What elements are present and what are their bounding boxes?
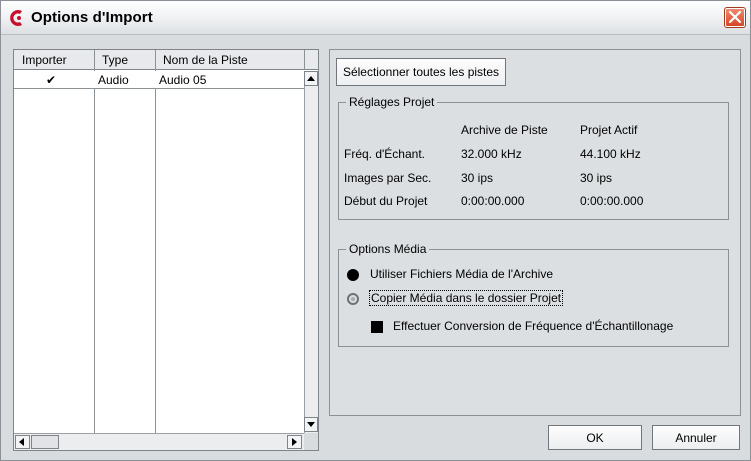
frame-rate-active: 30 ips <box>580 171 613 185</box>
chevron-right-icon <box>292 438 297 446</box>
column-header-import[interactable]: Importer <box>22 53 67 67</box>
track-type: Audio <box>98 73 129 87</box>
sample-rate-archive: 32.000 kHz <box>461 147 522 161</box>
column-divider[interactable] <box>94 50 95 433</box>
select-all-tracks-button[interactable]: Sélectionner toutes les pistes <box>336 58 506 86</box>
copy-media-label[interactable]: Copier Média dans le dossier Projet <box>369 290 564 306</box>
column-divider <box>304 50 305 70</box>
cubase-logo-icon <box>10 9 22 27</box>
scroll-down-button[interactable] <box>304 417 318 432</box>
sample-rate-active: 44.100 kHz <box>580 147 641 161</box>
track-list-header: Importer Type Nom de la Piste <box>14 50 318 70</box>
frame-rate-archive: 30 ips <box>461 171 494 185</box>
dialog-title: Options d'Import <box>31 9 153 26</box>
copy-media-radio[interactable] <box>347 293 359 305</box>
column-header-type[interactable]: Type <box>102 53 128 67</box>
vertical-scrollbar[interactable] <box>304 71 318 433</box>
ok-button[interactable]: OK <box>548 425 642 450</box>
track-row[interactable]: ✔ Audio Audio 05 <box>14 71 304 89</box>
import-checkmark[interactable]: ✔ <box>46 73 56 87</box>
close-button[interactable] <box>724 7 746 28</box>
cancel-button[interactable]: Annuler <box>652 425 740 450</box>
sample-rate-conversion-checkbox[interactable] <box>371 321 383 333</box>
chevron-up-icon <box>307 76 315 81</box>
scroll-up-button[interactable] <box>304 71 318 86</box>
use-archive-media-radio[interactable] <box>347 269 359 281</box>
project-start-archive: 0:00:00.000 <box>461 194 525 208</box>
sample-rate-conversion-label[interactable]: Effectuer Conversion de Fréquence d'Écha… <box>393 319 673 333</box>
use-archive-media-label[interactable]: Utiliser Fichiers Média de l'Archive <box>370 267 553 281</box>
project-start-label: Début du Projet <box>344 194 428 208</box>
frame-rate-label: Images par Sec. <box>344 171 432 185</box>
project-settings-legend: Réglages Projet <box>346 95 438 109</box>
column-divider[interactable] <box>155 50 156 433</box>
horizontal-scroll-thumb[interactable] <box>31 435 59 449</box>
chevron-left-icon <box>19 438 24 446</box>
scroll-left-button[interactable] <box>15 435 30 449</box>
horizontal-scrollbar[interactable] <box>14 433 304 450</box>
sample-rate-label: Fréq. d'Échant. <box>344 147 425 161</box>
chevron-down-icon <box>307 422 315 427</box>
scroll-right-button[interactable] <box>287 435 302 449</box>
project-start-active: 0:00:00.000 <box>580 194 644 208</box>
media-options-legend: Options Média <box>346 242 430 256</box>
active-project-column-header: Projet Actif <box>580 123 638 137</box>
import-options-dialog: Options d'Import Importer Type Nom de la… <box>0 0 751 461</box>
title-bar[interactable]: Options d'Import <box>1 1 750 35</box>
track-name: Audio 05 <box>159 73 207 87</box>
track-list[interactable]: Importer Type Nom de la Piste ✔ Audio Au… <box>13 49 319 451</box>
scrollbar-corner <box>304 433 318 450</box>
archive-column-header: Archive de Piste <box>461 123 548 137</box>
close-icon <box>728 10 742 24</box>
column-header-track-name[interactable]: Nom de la Piste <box>163 53 248 67</box>
